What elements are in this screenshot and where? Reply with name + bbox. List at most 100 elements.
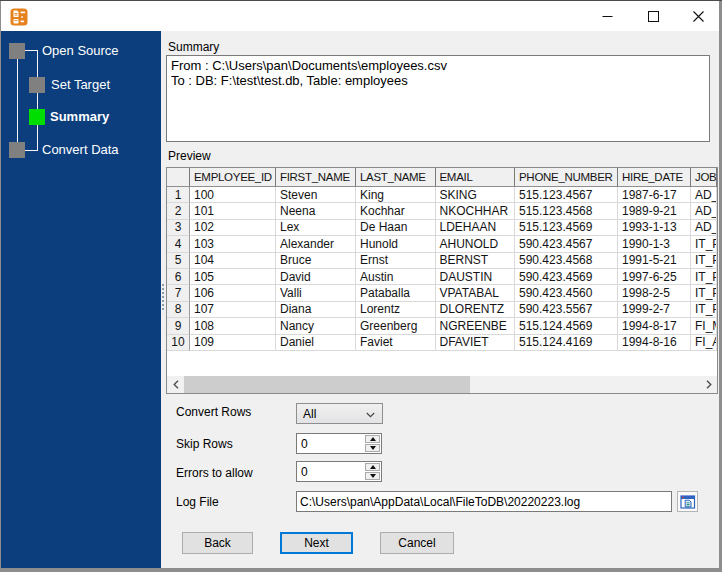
table-cell: 101 (190, 203, 276, 219)
back-button[interactable]: Back (182, 532, 253, 554)
scrollbar-left-arrow[interactable] (167, 376, 184, 393)
preview-table: EMPLOYEE_IDFIRST_NAMELAST_NAMEEMAILPHONE… (167, 168, 717, 351)
preview-row: 7106ValliPataballaVPATABAL590.423.456019… (167, 285, 717, 301)
table-cell: Hunold (356, 236, 436, 252)
step-connector-line (25, 150, 38, 151)
table-cell: AD_ (691, 187, 717, 203)
table-cell: 109 (190, 335, 276, 351)
table-cell: 1993-1-13 (618, 220, 691, 236)
step-square-open-source (9, 43, 25, 59)
errors-to-allow-input[interactable] (297, 462, 367, 481)
errors-increment-button[interactable] (365, 463, 380, 471)
skip-rows-decrement-button[interactable] (365, 444, 380, 452)
skip-rows-increment-button[interactable] (365, 435, 380, 443)
log-file-input[interactable] (297, 493, 671, 512)
table-cell: De Haan (356, 220, 436, 236)
summary-line-to: To : DB: F:\test\test.db, Table: employe… (171, 73, 705, 88)
horizontal-scrollbar[interactable] (167, 376, 717, 393)
table-cell: Alexander (276, 236, 356, 252)
table-cell: Greenberg (356, 318, 436, 334)
preview-grid: EMPLOYEE_IDFIRST_NAMELAST_NAMEEMAILPHONE… (166, 167, 718, 394)
table-cell: FI_M (691, 318, 717, 334)
back-button-label: Back (204, 536, 231, 550)
convert-rows-select[interactable]: All (296, 403, 383, 424)
table-cell: DFAVIET (436, 335, 516, 351)
row-number-header (167, 168, 190, 187)
log-file-dialog-icon (680, 494, 696, 510)
table-cell: 515.123.4568 (515, 203, 618, 219)
step-connector-line (37, 50, 38, 151)
table-cell: Ernst (356, 253, 436, 269)
table-cell: Steven (276, 187, 356, 203)
file-to-db-app-icon (10, 8, 28, 26)
splitter-grip[interactable] (162, 284, 164, 313)
step-connector-line (17, 59, 18, 142)
table-cell: Pataballa (356, 285, 436, 301)
table-cell: 590.423.4567 (515, 236, 618, 252)
column-header-hire_date: HIRE_DATE (618, 168, 691, 187)
table-cell: 1998-2-5 (618, 285, 691, 301)
row-number-cell: 2 (167, 203, 190, 219)
preview-section-label: Preview (168, 149, 211, 163)
table-cell: 1994-8-17 (618, 318, 691, 334)
scrollbar-thumb[interactable] (184, 376, 470, 393)
row-number-cell: 9 (167, 318, 190, 334)
triangle-up-icon (370, 437, 376, 441)
log-file-field (296, 491, 672, 512)
preview-row: 6105DavidAustinDAUSTIN590.423.45691997-6… (167, 269, 717, 285)
preview-row: 1100StevenKingSKING515.123.45671987-6-17… (167, 187, 717, 203)
table-cell: Austin (356, 269, 436, 285)
close-icon (693, 11, 704, 22)
table-cell: 105 (190, 269, 276, 285)
table-cell: 103 (190, 236, 276, 252)
log-file-browse-button[interactable] (677, 491, 698, 512)
table-cell: Valli (276, 285, 356, 301)
skip-rows-label: Skip Rows (176, 437, 233, 451)
table-cell: FI_A (691, 335, 717, 351)
row-number-cell: 4 (167, 236, 190, 252)
sidebar-step-summary: Summary (50, 109, 109, 125)
table-cell: VPATABAL (436, 285, 516, 301)
errors-decrement-button[interactable] (365, 472, 380, 480)
chevron-left-icon (173, 380, 179, 389)
errors-to-allow-spinner (296, 461, 382, 482)
table-cell: IT_P (691, 236, 717, 252)
table-cell: LDEHAAN (436, 220, 516, 236)
preview-row: 3102LexDe HaanLDEHAAN515.123.45691993-1-… (167, 220, 717, 236)
table-cell: IT_P (691, 302, 717, 318)
table-cell: 102 (190, 220, 276, 236)
table-cell: 1991-5-21 (618, 253, 691, 269)
table-cell: 1999-2-7 (618, 302, 691, 318)
preview-row: 10109DanielFavietDFAVIET515.124.41691994… (167, 335, 717, 351)
table-cell: AHUNOLD (436, 236, 516, 252)
minimize-button[interactable] (585, 2, 630, 31)
table-cell: Nancy (276, 318, 356, 334)
summary-box: From : C:\Users\pan\Documents\employees.… (166, 55, 710, 142)
cancel-button[interactable]: Cancel (380, 532, 454, 554)
table-cell: BERNST (436, 253, 516, 269)
skip-rows-input[interactable] (297, 434, 367, 453)
maximize-button[interactable] (631, 2, 676, 31)
sidebar-step-open-source: Open Source (42, 43, 119, 59)
preview-row: 8107DianaLorentzDLORENTZ590.423.55671999… (167, 302, 717, 318)
step-square-set-target (29, 77, 45, 93)
table-cell: 590.423.5567 (515, 302, 618, 318)
next-button[interactable]: Next (280, 532, 353, 554)
scrollbar-right-arrow[interactable] (700, 376, 717, 393)
close-button[interactable] (676, 2, 721, 31)
preview-row: 5104BruceErnstBERNST590.423.45681991-5-2… (167, 253, 717, 269)
row-number-cell: 6 (167, 269, 190, 285)
convert-rows-value: All (303, 407, 316, 421)
table-cell: Bruce (276, 253, 356, 269)
table-cell: 515.123.4569 (515, 220, 618, 236)
table-cell: AD_ (691, 220, 717, 236)
summary-line-from: From : C:\Users\pan\Documents\employees.… (171, 58, 705, 73)
table-cell: 590.423.4569 (515, 269, 618, 285)
table-cell: David (276, 269, 356, 285)
preview-row: 2101NeenaKochharNKOCHHAR515.123.45681989… (167, 203, 717, 219)
cancel-button-label: Cancel (398, 536, 435, 550)
row-number-cell: 5 (167, 253, 190, 269)
table-cell: 104 (190, 253, 276, 269)
table-cell: DAUSTIN (436, 269, 516, 285)
table-cell: 1989-9-21 (618, 203, 691, 219)
